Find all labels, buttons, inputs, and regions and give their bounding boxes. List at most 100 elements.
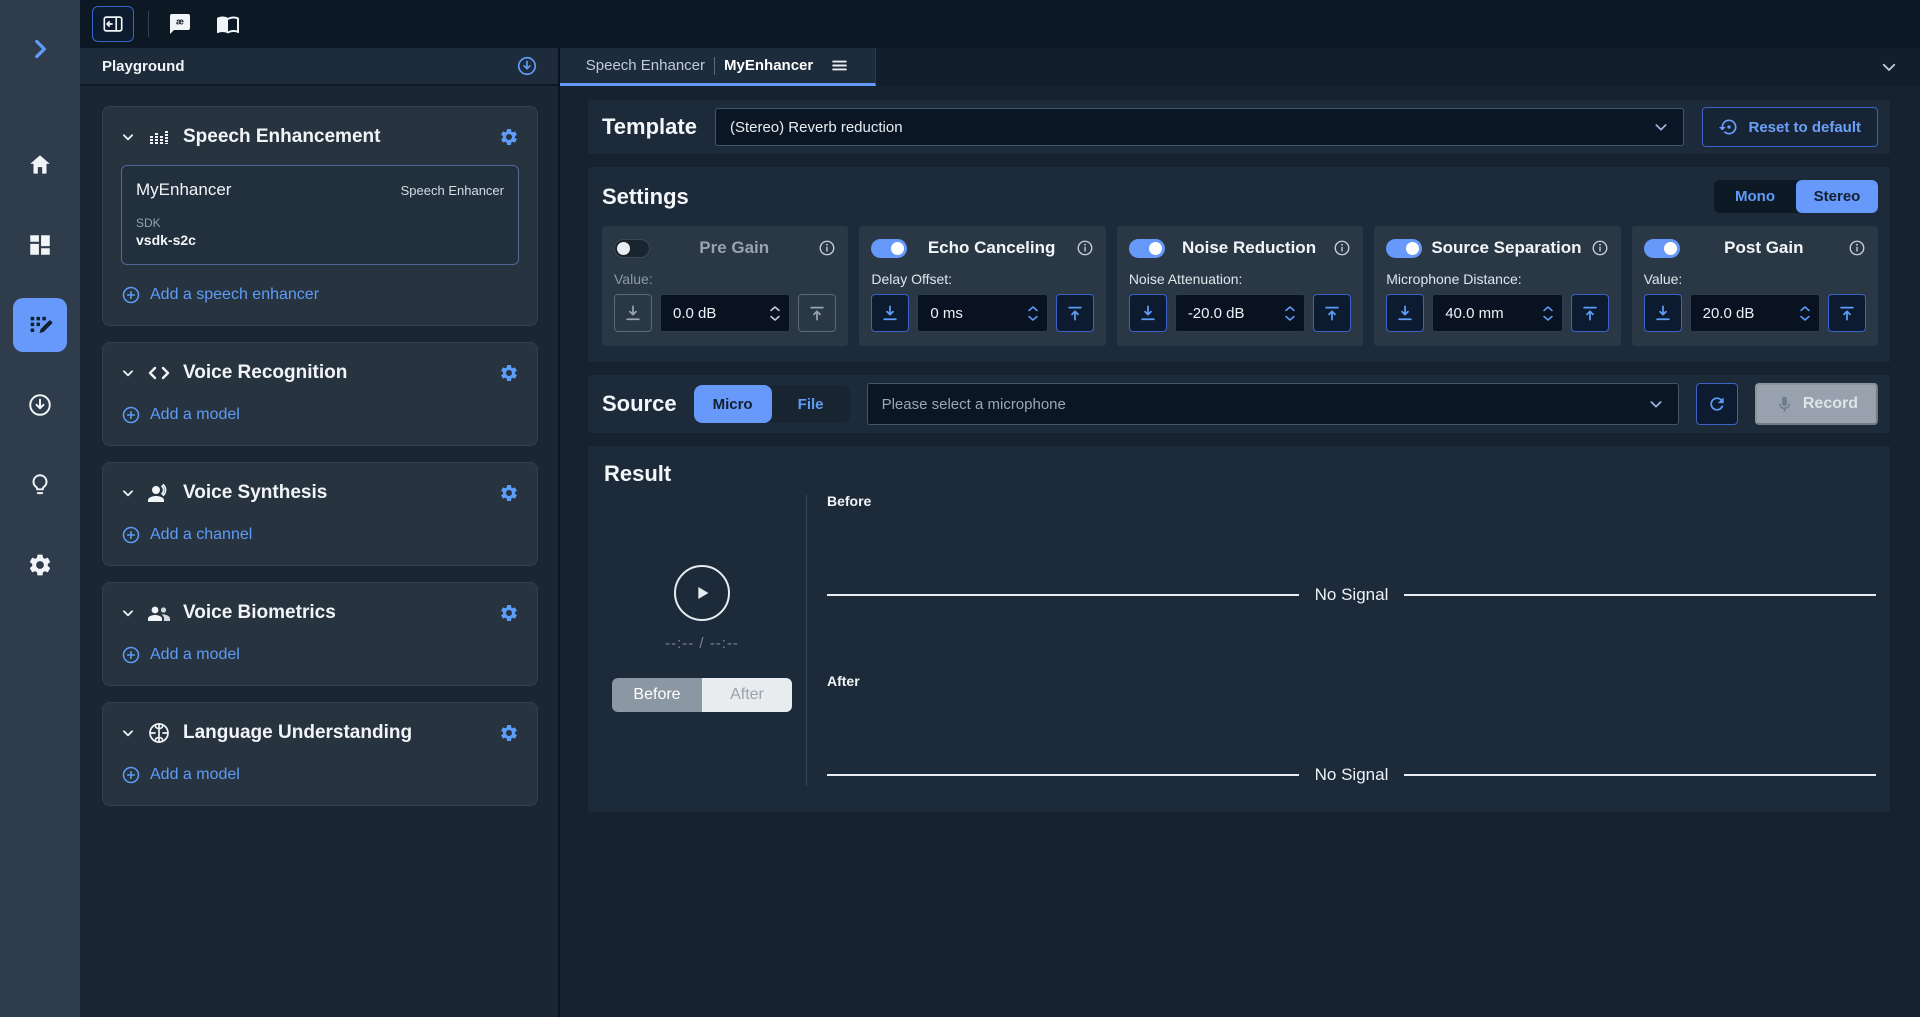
playground-edit-icon <box>26 311 54 339</box>
stepper-up-icon[interactable] <box>1799 305 1811 312</box>
settings-panels: Pre Gain Value: 0.0 dB <box>602 226 1878 346</box>
info-icon[interactable] <box>1591 239 1609 257</box>
echo-canceling-toggle[interactable] <box>871 239 907 258</box>
value-input[interactable]: 0.0 dB <box>660 294 790 332</box>
param-label: Value: <box>1644 271 1866 287</box>
value-input[interactable]: 20.0 dB <box>1690 294 1820 332</box>
tab-menu-icon[interactable] <box>830 56 849 75</box>
value-input[interactable]: 40.0 mm <box>1432 294 1562 332</box>
export-value-button[interactable] <box>1571 294 1609 332</box>
pre-gain-toggle[interactable] <box>614 239 650 258</box>
import-value-button[interactable] <box>614 294 652 332</box>
mono-button[interactable]: Mono <box>1714 180 1796 213</box>
expand-sidebar-button[interactable] <box>13 22 67 76</box>
stepper-up-icon[interactable] <box>769 305 781 312</box>
post-gain-toggle[interactable] <box>1644 239 1680 258</box>
before-button[interactable]: Before <box>612 678 702 712</box>
after-button[interactable]: After <box>702 678 792 712</box>
stepper-down-icon[interactable] <box>1542 315 1554 322</box>
section-title: Language Understanding <box>183 722 487 744</box>
section-header[interactable]: Language Understanding <box>121 721 519 745</box>
rail-item-downloads[interactable] <box>13 378 67 432</box>
add-speech-enhancer-link[interactable]: Add a speech enhancer <box>121 285 519 305</box>
template-title: Template <box>602 114 697 140</box>
tab-myenhancer[interactable]: Speech Enhancer MyEnhancer <box>560 48 876 86</box>
value-stepper[interactable] <box>769 305 781 322</box>
import-icon <box>1653 303 1673 323</box>
add-link-label: Add a speech enhancer <box>150 286 319 304</box>
panel-source-separation: Source Separation Microphone Distance: 4… <box>1374 226 1620 346</box>
stepper-down-icon[interactable] <box>769 315 781 322</box>
section-gear-icon[interactable] <box>499 363 519 383</box>
rail-item-playground[interactable] <box>13 298 67 352</box>
noise-reduction-toggle[interactable] <box>1129 239 1165 258</box>
stepper-up-icon[interactable] <box>1542 305 1554 312</box>
micro-button[interactable]: Micro <box>694 385 772 423</box>
track-before: Before No Signal <box>827 493 1876 605</box>
value-stepper[interactable] <box>1542 305 1554 322</box>
panel-title: Echo Canceling <box>915 238 1067 258</box>
tabs-dropdown-icon[interactable] <box>1880 58 1898 76</box>
info-icon[interactable] <box>1848 239 1866 257</box>
export-value-button[interactable] <box>1828 294 1866 332</box>
reset-to-default-button[interactable]: Reset to default <box>1702 107 1878 147</box>
template-select[interactable]: (Stereo) Reverb reduction <box>715 108 1685 146</box>
rail-item-tips[interactable] <box>13 458 67 512</box>
record-button[interactable]: Record <box>1755 383 1878 425</box>
section-gear-icon[interactable] <box>499 723 519 743</box>
stepper-up-icon[interactable] <box>1284 305 1296 312</box>
stepper-down-icon[interactable] <box>1027 315 1039 322</box>
source-separation-toggle[interactable] <box>1386 239 1422 258</box>
value-stepper[interactable] <box>1799 305 1811 322</box>
svg-text:æ: æ <box>176 17 184 27</box>
import-value-button[interactable] <box>871 294 909 332</box>
value-input[interactable]: -20.0 dB <box>1175 294 1305 332</box>
stepper-down-icon[interactable] <box>1284 315 1296 322</box>
value-stepper[interactable] <box>1027 305 1039 322</box>
collapse-panel-button[interactable] <box>92 6 134 42</box>
stepper-up-icon[interactable] <box>1027 305 1039 312</box>
play-button[interactable] <box>674 565 730 621</box>
rail-item-home[interactable] <box>13 138 67 192</box>
section-header[interactable]: Voice Synthesis <box>121 481 519 505</box>
model-card-myenhancer[interactable]: MyEnhancer Speech Enhancer SDK vsdk-s2c <box>121 165 519 265</box>
section-header[interactable]: Speech Enhancement <box>121 125 519 149</box>
microphone-select[interactable]: Please select a microphone <box>867 383 1679 425</box>
rail-item-settings[interactable] <box>13 538 67 592</box>
section-speech-enhancement: Speech Enhancement MyEnhancer Speech Enh… <box>102 106 538 326</box>
export-playground-icon[interactable] <box>516 55 538 77</box>
stereo-button[interactable]: Stereo <box>1796 180 1878 213</box>
export-value-button[interactable] <box>1313 294 1351 332</box>
add-model-link[interactable]: Add a model <box>121 405 519 425</box>
section-header[interactable]: Voice Biometrics <box>121 601 519 625</box>
export-value-button[interactable] <box>798 294 836 332</box>
export-value-button[interactable] <box>1056 294 1094 332</box>
rail-item-projects[interactable] <box>13 218 67 272</box>
section-title: Voice Biometrics <box>183 602 487 624</box>
info-icon[interactable] <box>818 239 836 257</box>
value-input[interactable]: 0 ms <box>917 294 1047 332</box>
stepper-down-icon[interactable] <box>1799 315 1811 322</box>
info-icon[interactable] <box>1076 239 1094 257</box>
info-icon[interactable] <box>1333 239 1351 257</box>
import-value-button[interactable] <box>1129 294 1167 332</box>
brain-icon <box>147 721 171 745</box>
import-value-button[interactable] <box>1386 294 1424 332</box>
refresh-devices-button[interactable] <box>1696 383 1738 425</box>
section-gear-icon[interactable] <box>499 483 519 503</box>
add-channel-link[interactable]: Add a channel <box>121 525 519 545</box>
value-stepper[interactable] <box>1284 305 1296 322</box>
toolbar-divider <box>148 11 149 37</box>
left-rail <box>0 0 80 1017</box>
gear-icon <box>27 552 53 578</box>
section-header[interactable]: Voice Recognition <box>121 361 519 385</box>
file-button[interactable]: File <box>772 385 850 423</box>
add-model-link[interactable]: Add a model <box>121 645 519 665</box>
phonetic-chat-button[interactable]: æ <box>163 7 197 41</box>
import-value-button[interactable] <box>1644 294 1682 332</box>
section-gear-icon[interactable] <box>499 127 519 147</box>
add-model-link[interactable]: Add a model <box>121 765 519 785</box>
documentation-button[interactable] <box>211 7 245 41</box>
sidebar-body: Speech Enhancement MyEnhancer Speech Enh… <box>80 86 558 816</box>
section-gear-icon[interactable] <box>499 603 519 623</box>
